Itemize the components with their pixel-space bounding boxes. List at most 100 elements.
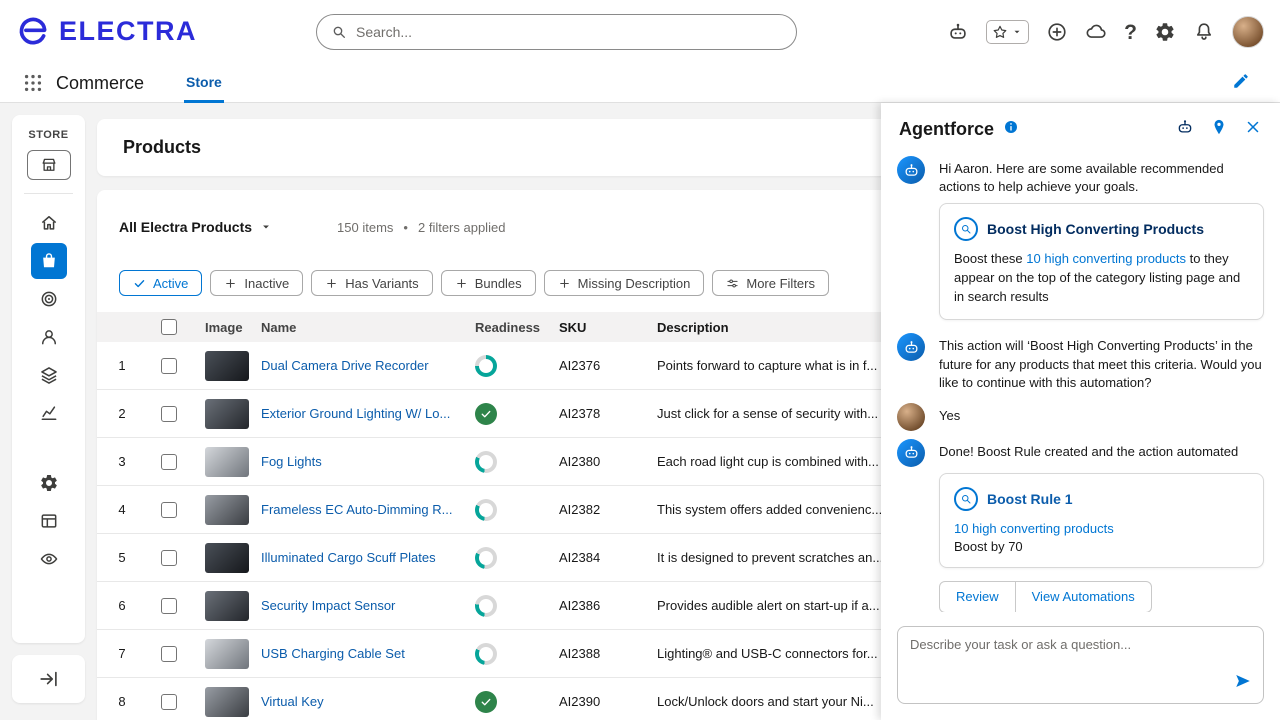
product-name-link[interactable]: Frameless EC Auto-Dimming R...: [261, 502, 452, 517]
bot-message-text: Done! Boost Rule created and the action …: [939, 439, 1238, 467]
row-checkbox[interactable]: [161, 550, 177, 566]
row-checkbox[interactable]: [161, 646, 177, 662]
collection-label: All Electra Products: [119, 219, 252, 235]
column-image: Image: [191, 320, 249, 335]
boost-icon: [954, 487, 978, 511]
global-add-icon[interactable]: [1046, 21, 1068, 43]
brand-name: ELECTRA: [59, 16, 197, 47]
user-avatar[interactable]: [1232, 16, 1264, 48]
product-name-link[interactable]: Dual Camera Drive Recorder: [261, 358, 429, 373]
storefront-icon: [40, 156, 58, 174]
product-name-link[interactable]: Virtual Key: [261, 694, 324, 709]
agentforce-panel: Agentforce Hi Aaron. Here are some avail…: [881, 103, 1280, 720]
row-checkbox[interactable]: [161, 406, 177, 422]
collection-selector[interactable]: All Electra Products: [119, 219, 273, 235]
readiness-complete-icon: [475, 691, 497, 713]
sidebar-item-customers[interactable]: [31, 319, 67, 355]
product-thumbnail: [205, 639, 249, 669]
sidebar-item-settings[interactable]: [31, 465, 67, 501]
search-icon: [331, 24, 347, 40]
sidebar-item-catalog[interactable]: [31, 357, 67, 393]
sidebar-item-promotions[interactable]: [31, 281, 67, 317]
row-checkbox[interactable]: [161, 454, 177, 470]
filter-pill-inactive[interactable]: Inactive: [210, 270, 303, 296]
product-thumbnail: [205, 591, 249, 621]
star-icon: [992, 24, 1008, 40]
einstein-bot-icon[interactable]: [947, 21, 969, 43]
row-number: 2: [97, 406, 147, 421]
select-all-checkbox[interactable]: [161, 319, 177, 335]
readiness-progress-icon: [475, 547, 497, 569]
user-icon: [39, 327, 59, 347]
product-name-link[interactable]: Security Impact Sensor: [261, 598, 395, 613]
row-checkbox[interactable]: [161, 694, 177, 710]
global-search: [316, 14, 797, 50]
product-name-link[interactable]: USB Charging Cable Set: [261, 646, 405, 661]
agentforce-title: Agentforce: [899, 119, 994, 140]
close-icon[interactable]: [1244, 118, 1262, 141]
row-number: 8: [97, 694, 147, 709]
product-name-link[interactable]: Illuminated Cargo Scuff Plates: [261, 550, 436, 565]
sidebar-collapse-button[interactable]: [12, 655, 85, 703]
row-number: 1: [97, 358, 147, 373]
global-header: ELECTRA ?: [0, 0, 1280, 64]
agent-settings-icon[interactable]: [1176, 118, 1194, 141]
filter-pill-bundles[interactable]: Bundles: [441, 270, 536, 296]
review-button[interactable]: Review: [939, 581, 1016, 612]
agentforce-input-box: [897, 626, 1264, 704]
agentforce-actions: Review View Automations: [939, 581, 1264, 612]
plus-icon: [325, 277, 338, 290]
org-cloud-icon[interactable]: [1085, 21, 1107, 43]
product-thumbnail: [205, 687, 249, 717]
filter-pill-has-variants[interactable]: Has Variants: [311, 270, 432, 296]
product-sku: AI2378: [547, 406, 645, 421]
meta-separator: •: [403, 220, 408, 235]
sidebar-item-home[interactable]: [31, 205, 67, 241]
product-name-link[interactable]: Exterior Ground Lighting W/ Lo...: [261, 406, 450, 421]
global-search-input[interactable]: [356, 24, 782, 40]
row-checkbox[interactable]: [161, 502, 177, 518]
row-checkbox[interactable]: [161, 598, 177, 614]
row-number: 3: [97, 454, 147, 469]
rule-products-link[interactable]: 10 high converting products: [954, 521, 1249, 536]
boost-icon: [954, 217, 978, 241]
pin-icon[interactable]: [1210, 118, 1228, 141]
tab-store[interactable]: Store: [184, 64, 224, 103]
storefront-button[interactable]: [27, 150, 71, 180]
edit-pencil-icon[interactable]: [1232, 72, 1250, 95]
bag-icon: [39, 251, 59, 271]
user-message: Yes: [897, 403, 1264, 431]
sidebar-item-preview[interactable]: [31, 541, 67, 577]
chart-icon: [39, 403, 59, 423]
rule-detail: Boost by 70: [954, 539, 1249, 554]
filter-pill-more-filters[interactable]: More Filters: [712, 270, 829, 296]
action-card[interactable]: Boost High Converting Products Boost the…: [939, 203, 1264, 321]
favorites-button[interactable]: [986, 20, 1029, 44]
sidebar-item-pages[interactable]: [31, 503, 67, 539]
agent-avatar: [897, 439, 925, 467]
notifications-bell-icon[interactable]: [1193, 21, 1215, 43]
filter-label: Inactive: [244, 276, 289, 291]
info-icon[interactable]: [1003, 119, 1019, 140]
brand-logo[interactable]: ELECTRA: [16, 14, 197, 48]
high-converting-products-link[interactable]: 10 high converting products: [1026, 251, 1186, 266]
help-icon[interactable]: ?: [1124, 22, 1137, 43]
agentforce-input[interactable]: [910, 637, 1237, 681]
agentforce-header: Agentforce: [881, 103, 1280, 150]
send-icon[interactable]: [1234, 672, 1252, 695]
readiness-progress-icon: [475, 643, 497, 665]
filter-pills: Active Inactive Has Variants Bundles Mis…: [119, 270, 829, 296]
app-launcher-icon[interactable]: [22, 72, 44, 94]
view-automations-button[interactable]: View Automations: [1015, 581, 1152, 612]
agentforce-header-icons: [1176, 118, 1262, 141]
product-name-link[interactable]: Fog Lights: [261, 454, 322, 469]
sidebar-item-analytics[interactable]: [31, 395, 67, 431]
setup-gear-icon[interactable]: [1154, 21, 1176, 43]
filter-pill-active[interactable]: Active: [119, 270, 202, 296]
rule-card[interactable]: Boost Rule 1 10 high converting products…: [939, 473, 1264, 568]
filter-pill-missing-description[interactable]: Missing Description: [544, 270, 705, 296]
row-checkbox[interactable]: [161, 358, 177, 374]
product-sku: AI2388: [547, 646, 645, 661]
column-sku: SKU: [547, 320, 645, 335]
sidebar-item-products[interactable]: [31, 243, 67, 279]
